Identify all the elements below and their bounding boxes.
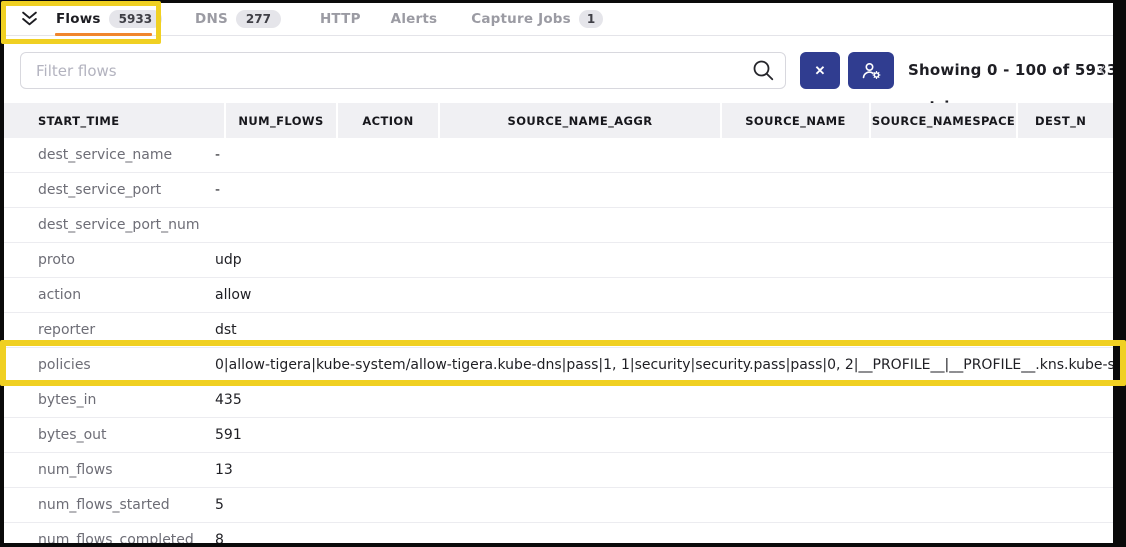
tab-bar: Flows 5933 DNS 277 HTTP Alerts Capture J… bbox=[4, 3, 1113, 36]
tab-alerts[interactable]: Alerts bbox=[391, 11, 438, 27]
tab-http[interactable]: HTTP bbox=[320, 11, 361, 27]
detail-key: bytes_in bbox=[38, 392, 215, 408]
screenshot-border-bottom bbox=[0, 543, 1126, 547]
detail-key: num_flows bbox=[38, 462, 215, 478]
tab-capture-jobs-label: Capture Jobs bbox=[471, 11, 571, 27]
detail-row-dest-service-port: dest_service_port - bbox=[4, 173, 1126, 208]
tab-dns-count-badge: 277 bbox=[236, 10, 281, 28]
screenshot-border-right bbox=[1113, 0, 1126, 547]
flow-detail-panel: dest_service_name - dest_service_port - … bbox=[4, 138, 1126, 547]
tab-dns-label: DNS bbox=[195, 11, 228, 27]
screenshot-border-left bbox=[0, 0, 4, 547]
detail-value: 5 bbox=[215, 497, 1126, 513]
detail-value: - bbox=[215, 147, 1126, 163]
flow-logs-page: Flows 5933 DNS 277 HTTP Alerts Capture J… bbox=[0, 0, 1126, 547]
tab-flows[interactable]: Flows 5933 bbox=[56, 10, 162, 28]
user-gear-icon bbox=[861, 61, 882, 80]
detail-row-bytes-in: bytes_in 435 bbox=[4, 383, 1126, 418]
search-icon[interactable] bbox=[752, 59, 775, 82]
tab-capture-jobs[interactable]: Capture Jobs 1 bbox=[471, 10, 603, 28]
detail-value: - bbox=[215, 182, 1126, 198]
detail-key: policies bbox=[38, 357, 215, 373]
detail-key: num_flows_started bbox=[38, 497, 215, 513]
tab-alerts-label: Alerts bbox=[391, 11, 438, 27]
filter-input-wrap bbox=[20, 52, 786, 89]
detail-row-bytes-out: bytes_out 591 bbox=[4, 418, 1126, 453]
tab-capture-jobs-count-badge: 1 bbox=[579, 10, 603, 28]
detail-value: allow bbox=[215, 287, 1126, 303]
detail-key: dest_service_port bbox=[38, 182, 215, 198]
column-header-source-name-aggr[interactable]: SOURCE_NAME_AGGR bbox=[440, 103, 722, 138]
detail-row-action: action allow bbox=[4, 278, 1126, 313]
detail-row-proto: proto udp bbox=[4, 243, 1126, 278]
detail-value: 591 bbox=[215, 427, 1126, 443]
tab-flows-label: Flows bbox=[56, 11, 101, 27]
column-header-action[interactable]: ACTION bbox=[338, 103, 440, 138]
column-header-source-name[interactable]: SOURCE_NAME bbox=[722, 103, 871, 138]
screenshot-border-top bbox=[0, 0, 1126, 3]
detail-row-num-flows: num_flows 13 bbox=[4, 453, 1126, 488]
detail-value: 435 bbox=[215, 392, 1126, 408]
filter-input[interactable] bbox=[20, 52, 786, 89]
column-header-source-namespace[interactable]: SOURCE_NAMESPACE bbox=[871, 103, 1018, 138]
detail-key: action bbox=[38, 287, 215, 303]
tab-http-label: HTTP bbox=[320, 11, 361, 27]
double-chevron-down-icon[interactable] bbox=[20, 10, 38, 28]
close-icon: ✕ bbox=[815, 63, 826, 79]
detail-key: reporter bbox=[38, 322, 215, 338]
table-header-row: START_TIME NUM_FLOWS ACTION SOURCE_NAME_… bbox=[4, 103, 1113, 138]
tab-flows-count-badge: 5933 bbox=[109, 10, 162, 28]
column-header-dest-name[interactable]: DEST_N bbox=[1018, 103, 1113, 138]
column-header-num-flows[interactable]: NUM_FLOWS bbox=[226, 103, 338, 138]
detail-value: udp bbox=[215, 252, 1126, 268]
active-tab-underline bbox=[55, 33, 152, 36]
entries-summary: Showing 0 - 100 of 5933 entries bbox=[908, 52, 1126, 89]
detail-key: dest_service_name bbox=[38, 147, 215, 163]
detail-row-dest-service-name: dest_service_name - bbox=[4, 138, 1126, 173]
tab-dns[interactable]: DNS 277 bbox=[195, 10, 281, 28]
user-settings-button[interactable] bbox=[848, 52, 894, 89]
column-header-start-time[interactable]: START_TIME bbox=[4, 103, 226, 138]
detail-key: dest_service_port_num bbox=[38, 217, 215, 233]
detail-row-policies: policies 0|allow-tigera|kube-system/allo… bbox=[4, 348, 1126, 383]
clear-filter-button[interactable]: ✕ bbox=[800, 52, 840, 89]
detail-value: dst bbox=[215, 322, 1126, 338]
detail-value: 13 bbox=[215, 462, 1126, 478]
detail-value: 0|allow-tigera|kube-system/allow-tigera.… bbox=[215, 357, 1126, 373]
detail-row-num-flows-started: num_flows_started 5 bbox=[4, 488, 1126, 523]
pagination-prev-icon[interactable]: ‹ bbox=[1098, 52, 1106, 89]
detail-key: proto bbox=[38, 252, 215, 268]
detail-row-dest-service-port-num: dest_service_port_num bbox=[4, 208, 1126, 243]
detail-row-reporter: reporter dst bbox=[4, 313, 1126, 348]
detail-key: bytes_out bbox=[38, 427, 215, 443]
